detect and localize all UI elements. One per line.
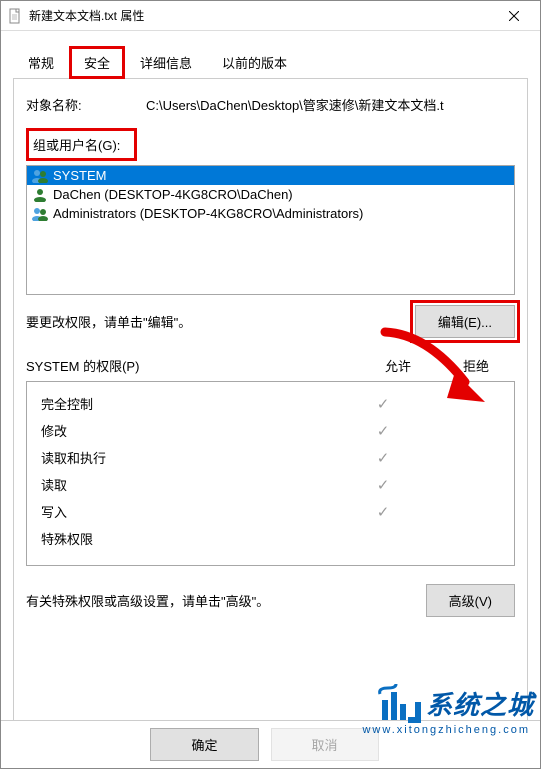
list-item-label: SYSTEM xyxy=(53,168,106,183)
permissions-col-allow: 允许 xyxy=(359,356,437,375)
title-bar: 新建文本文档.txt 属性 xyxy=(1,1,540,31)
advanced-hint-text: 有关特殊权限或高级设置，请单击"高级"。 xyxy=(26,591,269,610)
properties-window: 新建文本文档.txt 属性 常规 安全 详细信息 以前的版本 对象名称: C:\… xyxy=(0,0,541,769)
permission-allow-check: ✓ xyxy=(344,395,422,413)
tab-previous[interactable]: 以前的版本 xyxy=(207,46,302,79)
permission-name: 读取 xyxy=(41,475,344,494)
tab-security[interactable]: 安全 xyxy=(69,46,125,79)
permission-allow-check: ✓ xyxy=(344,449,422,467)
list-item-label: Administrators (DESKTOP-4KG8CRO\Administ… xyxy=(53,206,363,221)
tab-general[interactable]: 常规 xyxy=(13,46,69,79)
window-title: 新建文本文档.txt 属性 xyxy=(29,7,494,24)
edit-hint-text: 要更改权限，请单击"编辑"。 xyxy=(26,312,191,331)
permissions-header-label: SYSTEM 的权限(P) xyxy=(26,356,359,375)
permission-name: 完全控制 xyxy=(41,394,344,413)
object-name-label: 对象名称: xyxy=(26,95,146,114)
list-item[interactable]: DaChen (DESKTOP-4KG8CRO\DaChen) xyxy=(27,185,514,204)
permission-allow-check: ✓ xyxy=(344,422,422,440)
permission-allow-check: ✓ xyxy=(344,503,422,521)
advanced-button[interactable]: 高级(V) xyxy=(426,584,515,617)
permission-allow-check: ✓ xyxy=(344,476,422,494)
ok-button[interactable]: 确定 xyxy=(150,728,258,761)
users-listbox[interactable]: SYSTEM DaChen (DESKTOP-4KG8CRO\DaChen) Adm… xyxy=(26,165,515,295)
tab-panel-security: 对象名称: C:\Users\DaChen\Desktop\管家速修\新建文本文… xyxy=(13,79,528,735)
edit-button[interactable]: 编辑(E)... xyxy=(415,305,515,338)
group-users-label: 组或用户名(G): xyxy=(26,128,137,161)
close-button[interactable] xyxy=(494,2,534,30)
permissions-grid: 完全控制✓修改✓读取和执行✓读取✓写入✓特殊权限 xyxy=(26,381,515,566)
list-item[interactable]: Administrators (DESKTOP-4KG8CRO\Administ… xyxy=(27,204,514,223)
permission-name: 特殊权限 xyxy=(41,529,344,548)
permission-row: 特殊权限 xyxy=(33,525,508,552)
list-item-label: DaChen (DESKTOP-4KG8CRO\DaChen) xyxy=(53,187,293,202)
object-name-value: C:\Users\DaChen\Desktop\管家速修\新建文本文档.t xyxy=(146,95,515,114)
tabs: 常规 安全 详细信息 以前的版本 xyxy=(13,45,528,79)
permission-row: 读取和执行✓ xyxy=(33,444,508,471)
permission-name: 读取和执行 xyxy=(41,448,344,467)
permission-name: 写入 xyxy=(41,502,344,521)
permission-row: 读取✓ xyxy=(33,471,508,498)
group-icon xyxy=(31,207,49,221)
user-icon xyxy=(31,188,49,202)
list-item[interactable]: SYSTEM xyxy=(27,166,514,185)
watermark-url: www.xitongzhicheng.com xyxy=(362,724,530,736)
permission-name: 修改 xyxy=(41,421,344,440)
permission-row: 写入✓ xyxy=(33,498,508,525)
tab-details[interactable]: 详细信息 xyxy=(125,46,207,79)
group-icon xyxy=(31,169,49,183)
file-icon xyxy=(7,8,23,24)
permission-row: 完全控制✓ xyxy=(33,390,508,417)
permissions-col-deny: 拒绝 xyxy=(437,356,515,375)
permission-row: 修改✓ xyxy=(33,417,508,444)
